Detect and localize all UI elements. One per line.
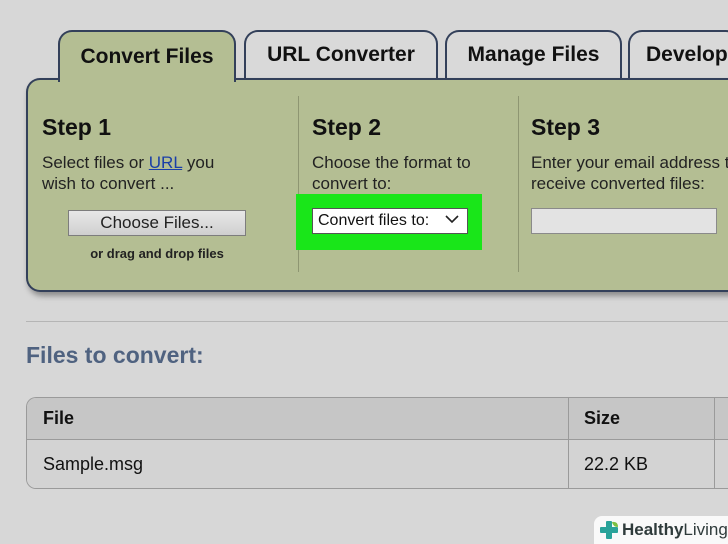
- files-section-title: Files to convert:: [26, 342, 204, 368]
- column-divider: [714, 440, 715, 488]
- email-field[interactable]: [531, 208, 717, 234]
- conversion-panel: Step 1 Select files or URL you wish to c…: [26, 78, 728, 292]
- chevron-down-icon: [445, 215, 459, 224]
- section-divider: [26, 321, 728, 322]
- format-select-value: Convert files to:: [318, 212, 430, 229]
- healthy-living-watermark: Healthy Living: [594, 516, 728, 544]
- plus-leaf-icon: [600, 521, 618, 539]
- step1-title: Step 1: [42, 114, 112, 140]
- tab-url-converter[interactable]: URL Converter: [244, 30, 438, 78]
- column-divider: [568, 398, 569, 439]
- table-row[interactable]: Sample.msg 22.2 KB: [27, 440, 728, 488]
- step2-title: Step 2: [312, 114, 382, 140]
- step3-description: Enter your email address to receive conv…: [531, 153, 728, 193]
- column-header-file: File: [43, 408, 75, 428]
- table-header: File Size: [27, 398, 728, 440]
- file-name-cell: Sample.msg: [43, 453, 144, 474]
- column-divider: [714, 398, 715, 439]
- drag-drop-note: or drag and drop files: [90, 246, 224, 261]
- url-link[interactable]: URL: [149, 153, 182, 172]
- step-divider: [518, 96, 519, 272]
- choose-files-button[interactable]: Choose Files...: [68, 210, 246, 236]
- step1-description: Select files or URL you wish to convert …: [42, 153, 215, 193]
- files-table: File Size Sample.msg 22.2 KB: [26, 397, 728, 489]
- step2-description: Choose the format to convert to:: [312, 153, 471, 193]
- tab-manage-files[interactable]: Manage Files: [445, 30, 622, 78]
- file-size-cell: 22.2 KB: [584, 453, 649, 474]
- column-header-size: Size: [584, 408, 621, 428]
- format-select[interactable]: Convert files to:: [312, 208, 468, 234]
- tab-convert-files[interactable]: Convert Files: [58, 30, 236, 82]
- column-divider: [568, 440, 569, 488]
- tab-developers[interactable]: Developers: [628, 30, 728, 78]
- step3-title: Step 3: [531, 114, 601, 140]
